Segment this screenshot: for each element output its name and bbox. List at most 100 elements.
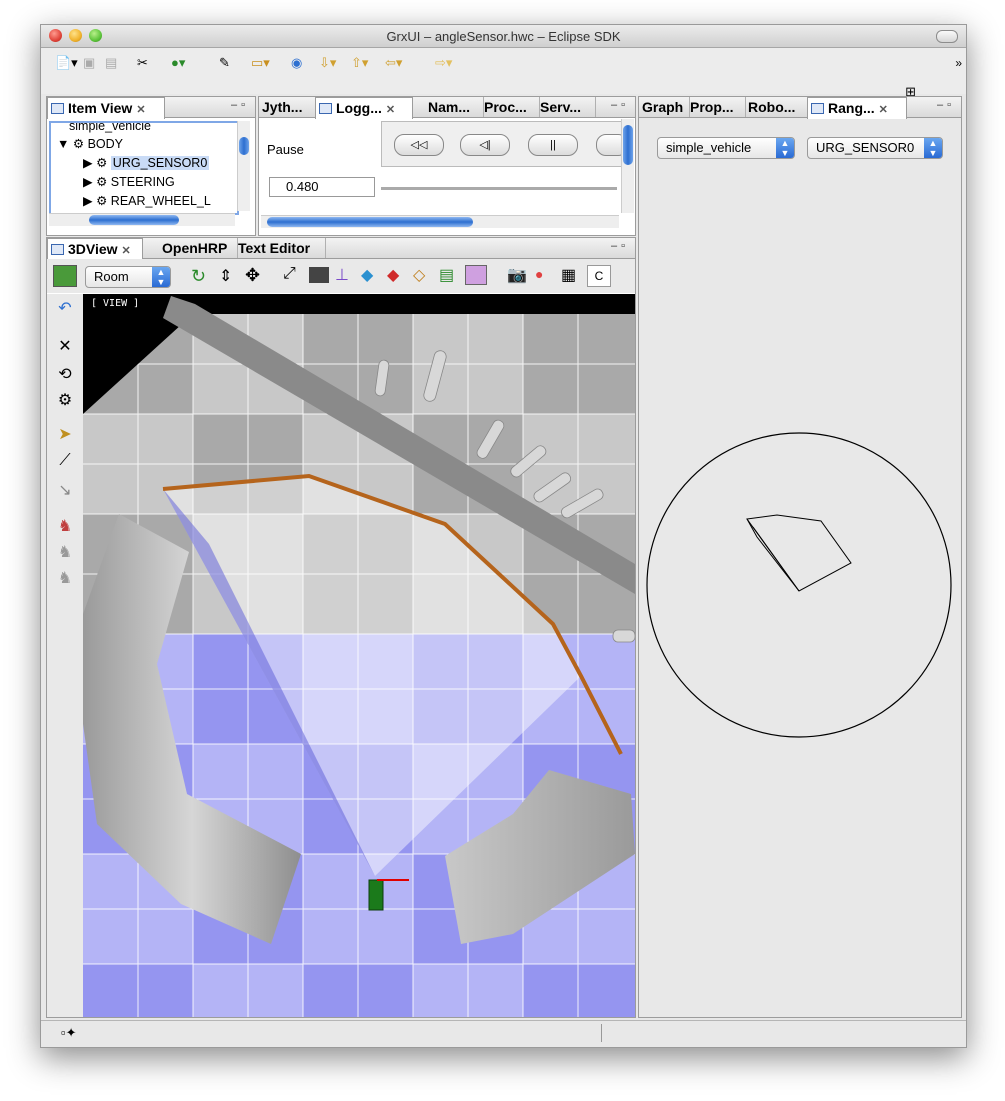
- arrow-icon[interactable]: ↘: [49, 480, 81, 500]
- run-icon[interactable]: ●▾: [171, 54, 185, 72]
- scan-ray: [752, 526, 800, 592]
- tree-item[interactable]: ▶ ⚙ STEERING: [83, 173, 175, 191]
- next-annotation-icon[interactable]: ⇩▾: [319, 54, 336, 72]
- tab-item-view[interactable]: Item View ✕: [47, 97, 165, 119]
- tab-text-editor[interactable]: Text Editor: [235, 238, 326, 258]
- close-icon[interactable]: ✕: [136, 104, 145, 116]
- move-icon[interactable]: ✥: [245, 265, 260, 286]
- walk-icon-disabled[interactable]: ♞: [49, 568, 81, 588]
- ik-icon[interactable]: ⟋: [49, 452, 81, 470]
- film-icon[interactable]: ▦: [561, 265, 576, 285]
- joint-move-icon[interactable]: ✕: [49, 336, 81, 356]
- horizontal-scrollbar[interactable]: [49, 213, 235, 226]
- home-icon[interactable]: [53, 265, 77, 287]
- window-title: GrxUI – angleSensor.hwc – Eclipse SDK: [386, 29, 621, 44]
- tree-item[interactable]: ▶ ⚙ URG_SENSOR0: [83, 154, 210, 172]
- force-icon[interactable]: ◆: [387, 265, 399, 285]
- close-icon[interactable]: ✕: [122, 245, 131, 257]
- view-mode-select[interactable]: Room ▲ ▼: [85, 266, 171, 288]
- robot-select[interactable]: simple_vehicle ▲ ▼: [657, 137, 795, 159]
- link-icon[interactable]: ➤: [49, 424, 81, 444]
- 3d-canvas: [83, 294, 635, 1017]
- undo-icon[interactable]: ↶: [49, 298, 81, 318]
- range-circle: [646, 432, 952, 738]
- pen-icon[interactable]: ✎: [219, 54, 230, 72]
- range-sensor-panel: Graph Prop... Robo... Rang... ✕ –▫ simple…: [638, 96, 962, 1018]
- rotate-icon[interactable]: ↻: [191, 266, 206, 287]
- toolbar-overflow-chevron[interactable]: »: [955, 56, 962, 70]
- tab-process[interactable]: Proc...: [481, 97, 540, 117]
- capture-image-icon[interactable]: [465, 265, 487, 285]
- pan-vertical-icon[interactable]: ⇕: [219, 266, 232, 286]
- globe-icon[interactable]: ◉: [291, 54, 302, 72]
- minimize-maximize-icon[interactable]: –▫: [231, 99, 249, 111]
- item-tree: simple_vehicle ▼ ⚙ BODY ▶ ⚙ URG_SENSOR0 …: [49, 121, 239, 215]
- tab-3dview[interactable]: 3DView ✕: [47, 238, 143, 260]
- sensor-select[interactable]: URG_SENSOR0 ▲ ▼: [807, 137, 943, 159]
- tools-icon[interactable]: ✂: [137, 54, 148, 72]
- status-bar: ▫✦: [41, 1020, 966, 1047]
- vertical-scrollbar[interactable]: [621, 119, 634, 213]
- close-icon[interactable]: ✕: [386, 104, 395, 116]
- main-toolbar: 📄▾ ▣ ▤ ✂ ●▾ ✎ ▭▾ ◉ ⇩▾ ⇧▾ ⇦▾ ⇨▾ ⊞ »: [41, 48, 966, 99]
- joint-icon: ⚙: [96, 194, 108, 208]
- tab-jython[interactable]: Jyth...: [259, 97, 316, 117]
- view-icon: [319, 103, 332, 114]
- floor-grid-icon[interactable]: [309, 267, 329, 283]
- sensor-icon: ⚙: [96, 156, 108, 170]
- scan-shape: [746, 514, 852, 592]
- tab-properties[interactable]: Prop...: [687, 97, 746, 117]
- c-button[interactable]: C: [587, 265, 611, 287]
- pause-button[interactable]: ||: [528, 134, 578, 156]
- 3dview-side-toolbar: ↶ ✕ ⟲ ⚙ ➤ ⟋ ↘ ♞ ♞ ♞: [47, 294, 83, 1017]
- minimize-maximize-icon[interactable]: –▫: [611, 240, 629, 252]
- vertical-scrollbar[interactable]: [237, 121, 250, 211]
- tree-item[interactable]: simple_vehicle: [69, 123, 151, 135]
- time-field[interactable]: 0.480: [269, 177, 375, 197]
- horizontal-scrollbar[interactable]: [261, 215, 619, 228]
- collision-icon[interactable]: ◆: [361, 265, 373, 285]
- tab-range[interactable]: Rang... ✕: [807, 97, 907, 119]
- rewind-button[interactable]: ◁◁: [394, 134, 444, 156]
- open-folder-icon[interactable]: ▭▾: [251, 54, 270, 72]
- joint-icon: ⚙: [96, 175, 108, 189]
- logger-panel: Jyth... Logg... ✕ Nam... Proc... Serv... …: [258, 96, 636, 236]
- tab-robot[interactable]: Robo...: [745, 97, 808, 117]
- media-controls: ◁◁ ◁| ||: [381, 121, 628, 167]
- forward-icon[interactable]: ⇨▾: [435, 54, 452, 72]
- back-icon[interactable]: ⇦▾: [385, 54, 402, 72]
- new-icon[interactable]: 📄▾: [55, 54, 78, 72]
- chevron-updown-icon: ▲ ▼: [924, 138, 942, 158]
- close-icon[interactable]: ✕: [879, 104, 888, 116]
- tab-nameserver[interactable]: Nam...: [425, 97, 484, 117]
- time-slider[interactable]: [381, 187, 617, 190]
- object-rotate-icon[interactable]: ⟲: [49, 364, 81, 384]
- toolbar-toggle-button[interactable]: [936, 30, 958, 43]
- chevron-updown-icon: ▲ ▼: [152, 267, 170, 287]
- tree-item[interactable]: ▼ ⚙ BODY: [57, 135, 123, 153]
- eclipse-window: GrxUI – angleSensor.hwc – Eclipse SDK 📄▾…: [40, 24, 967, 1048]
- tab-graph[interactable]: Graph: [639, 97, 690, 117]
- tree-item[interactable]: ▶ ⚙ REAR_WHEEL_L: [83, 192, 211, 210]
- tab-logger[interactable]: Logg... ✕: [315, 97, 413, 119]
- tab-openhrp[interactable]: OpenHRP: [159, 238, 238, 258]
- minimize-maximize-icon[interactable]: –▫: [611, 99, 629, 111]
- texture-icon[interactable]: ▤: [439, 265, 454, 285]
- wireframe-icon[interactable]: ◇: [413, 265, 425, 285]
- prev-annotation-icon[interactable]: ⇧▾: [351, 54, 368, 72]
- 3dview-panel: 3DView ✕ OpenHRP Text Editor –▫ Room ▲ ▼ ↻ …: [46, 237, 636, 1018]
- save-icon[interactable]: ▣: [83, 54, 95, 72]
- gear-icon[interactable]: ⚙: [49, 390, 81, 410]
- record-icon[interactable]: ●: [535, 266, 543, 282]
- fit-icon[interactable]: ⤢: [283, 265, 296, 283]
- print-icon[interactable]: ▤: [105, 54, 117, 72]
- minimize-maximize-icon[interactable]: –▫: [937, 99, 955, 111]
- tab-server[interactable]: Serv...: [537, 97, 596, 117]
- walk-icon[interactable]: ♞: [49, 516, 81, 536]
- axes-icon[interactable]: ⊥: [335, 265, 349, 285]
- item-view-panel: Item View ✕ –▫ simple_vehicle ▼ ⚙ BODY ▶ …: [46, 96, 256, 236]
- fast-view-icon[interactable]: ▫✦: [61, 1025, 77, 1041]
- step-back-button[interactable]: ◁|: [460, 134, 510, 156]
- camera-icon[interactable]: 📷: [507, 265, 527, 285]
- walk-icon-disabled[interactable]: ♞: [49, 542, 81, 562]
